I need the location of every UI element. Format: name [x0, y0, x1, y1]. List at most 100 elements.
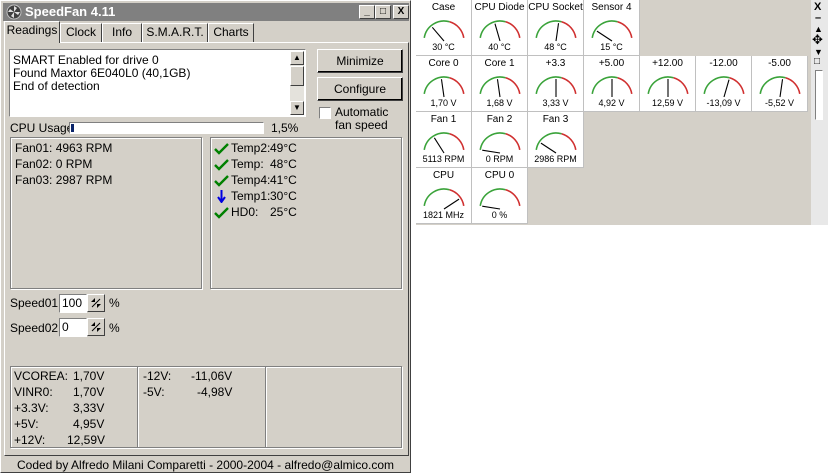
temp-value: 25°C — [270, 205, 297, 219]
close-window-button[interactable]: X — [393, 5, 409, 19]
move-icon[interactable]: ✥ — [812, 32, 823, 48]
gauge-label: -5.00 — [768, 58, 791, 69]
gauge-arc — [591, 20, 618, 39]
configure-button[interactable]: Configure — [317, 77, 403, 101]
gauge-arc — [449, 133, 465, 151]
temp-row: Temp: 48°C — [214, 158, 394, 172]
temp-row: Temp2: 49°C — [214, 142, 394, 156]
gauge-arc — [449, 21, 465, 39]
gauge-dial — [423, 76, 465, 98]
temp-name: Temp1: — [231, 189, 271, 203]
gauge-label: +12.00 — [652, 58, 683, 69]
gauge-dial — [591, 20, 633, 42]
fan-reading: Fan01: 4963 RPM — [15, 141, 113, 155]
gauge-cell[interactable]: +3.3 3,33 V — [528, 56, 584, 112]
gauge-dial — [479, 20, 521, 42]
check-icon — [214, 143, 229, 155]
voltage-value: 3,33V — [73, 401, 105, 415]
gauge-side-controls: X – ▲ ✥ ▼ □ — [811, 0, 828, 225]
tab-info[interactable]: Info — [102, 23, 142, 42]
tab-charts[interactable]: Charts — [208, 23, 254, 42]
speed01-label: Speed01: — [10, 296, 62, 310]
speed02-input[interactable]: 0 — [59, 318, 87, 337]
speed01-spinner[interactable] — [87, 294, 105, 312]
voltage-divider — [265, 367, 266, 447]
maximize-window-button[interactable]: □ — [375, 5, 391, 19]
fan-reading: Fan03: 2987 RPM — [15, 173, 113, 187]
temp-name: Temp: — [231, 157, 264, 171]
gauge-cell[interactable]: Fan 3 2986 RPM — [528, 112, 584, 168]
gauge-value: 48 °C — [544, 42, 567, 52]
scroll-down-arrow-icon[interactable]: ▼ — [290, 101, 304, 115]
gauge-arc — [479, 76, 506, 95]
gauge-cell[interactable]: CPU Diode 40 °C — [472, 0, 528, 56]
gauge-cell[interactable]: -12.00 -13,09 V — [696, 56, 752, 112]
restore-gauges-icon[interactable]: □ — [814, 56, 820, 67]
tab-readings[interactable]: Readings — [4, 21, 60, 43]
voltage-value: 1,70V — [73, 369, 105, 383]
gauge-cell[interactable]: +5.00 4,92 V — [584, 56, 640, 112]
scroll-thumb[interactable] — [290, 66, 304, 86]
temperatures-group: Temp2: 49°C Temp: 48°C Temp4: 41°C Temp1… — [210, 137, 402, 289]
minimize-window-button[interactable]: _ — [359, 5, 375, 19]
gauge-cell[interactable]: Sensor 4 15 °C — [584, 0, 640, 56]
gauge-dial — [591, 76, 633, 97]
gauge-needle — [482, 149, 501, 154]
window-title: SpeedFan 4.11 — [25, 4, 116, 19]
tab-smart[interactable]: S.M.A.R.T. — [142, 23, 208, 42]
speed01-input[interactable]: 100 — [59, 294, 87, 313]
gauge-label: Core 0 — [428, 58, 459, 69]
scroll-up-arrow-icon[interactable]: ▲ — [290, 51, 304, 65]
gauge-needle — [540, 142, 557, 154]
gauge-label: Sensor 4 — [591, 2, 632, 13]
gauge-label: CPU Socket — [528, 2, 583, 13]
automatic-fan-speed-checkbox[interactable] — [319, 107, 331, 119]
gauge-cell[interactable]: -5.00 -5,52 V — [752, 56, 808, 112]
speed02-value: 0 — [62, 320, 69, 334]
gauge-cell[interactable]: Fan 1 5113 RPM — [416, 112, 472, 168]
temp-value: 49°C — [270, 141, 297, 155]
speed02-spinner[interactable] — [87, 318, 105, 336]
gauge-panel: Case 30 °C CPU Diode 40 °C CPU Socket 48 °C Se… — [416, 0, 828, 225]
minimize-gauges-icon[interactable]: – — [815, 12, 821, 24]
gauge-value: 12,59 V — [651, 98, 684, 108]
gauge-cell[interactable]: CPU 1821 MHz — [416, 168, 472, 224]
speed02-label: Speed02: — [10, 321, 62, 335]
cpu-usage-value: 1,5% — [271, 121, 299, 135]
log-box[interactable]: SMART Enabled for drive 0 Found Maxtor 6… — [9, 49, 306, 117]
voltage-name: -5V: — [143, 385, 165, 399]
gauge-value: 5113 RPM — [422, 154, 465, 164]
gauge-needle — [431, 26, 445, 42]
temp-value: 41°C — [270, 173, 297, 187]
gauge-label: CPU Diode — [474, 2, 525, 13]
voltage-name: VCOREA: — [14, 369, 69, 383]
temp-value: 48°C — [270, 157, 297, 171]
gauge-arc — [505, 21, 521, 39]
gauge-arc — [535, 76, 562, 95]
gauge-cell[interactable]: Core 1 1,68 V — [472, 56, 528, 112]
voltage-value: -4,98V — [197, 385, 233, 399]
gauge-size-slider[interactable] — [815, 70, 823, 120]
minimize-button[interactable]: Minimize — [317, 49, 403, 73]
temp-name: HD0: — [231, 205, 259, 219]
gauge-cell[interactable]: Core 0 1,70 V — [416, 56, 472, 112]
gauge-value: 0 RPM — [485, 154, 514, 164]
gauge-value: 30 °C — [432, 42, 455, 52]
gauge-cell[interactable]: +12.00 12,59 V — [640, 56, 696, 112]
gauge-arc — [423, 20, 450, 39]
gauge-value: 3,33 V — [542, 98, 569, 108]
tab-clock[interactable]: Clock — [60, 23, 102, 42]
gauge-cell[interactable]: Case 30 °C — [416, 0, 472, 56]
title-bar[interactable]: SpeedFan 4.11 _ □ X — [3, 3, 409, 21]
gauge-cell[interactable]: CPU 0 0 % — [472, 168, 528, 224]
gauge-cell[interactable]: Fan 2 0 RPM — [472, 112, 528, 168]
gauge-arc — [423, 188, 450, 207]
voltage-value: -11,06V — [191, 369, 233, 383]
gauge-cell[interactable]: CPU Socket 48 °C — [528, 0, 584, 56]
gauge-dial — [423, 188, 465, 210]
log-scrollbar[interactable]: ▲ ▼ — [290, 51, 304, 115]
gauge-label: Case — [431, 2, 456, 13]
gauge-value: 2986 RPM — [534, 154, 577, 164]
gauge-arc — [505, 133, 521, 151]
fan-app-icon[interactable] — [6, 4, 22, 20]
